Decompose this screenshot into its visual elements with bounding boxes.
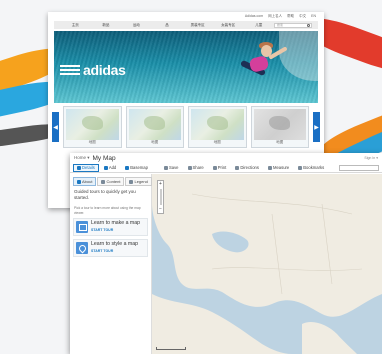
brand-name: adidas bbox=[83, 62, 126, 78]
carousel-next-button[interactable]: ▶ bbox=[313, 112, 320, 142]
tab-label: Legend bbox=[134, 179, 148, 184]
details-label: Details bbox=[82, 165, 95, 170]
tours-hint: Pick a tour to learn more about using th… bbox=[74, 206, 141, 215]
nav-item[interactable]: 儿童 bbox=[243, 23, 274, 28]
tab-content[interactable]: Content bbox=[97, 177, 125, 186]
map-thumbnail bbox=[191, 109, 244, 140]
carousel-prev-button[interactable]: ◀ bbox=[52, 112, 59, 142]
tab-label: About bbox=[82, 179, 93, 184]
bookmarks-icon bbox=[298, 165, 303, 170]
tab-label: Content bbox=[106, 179, 121, 184]
bookmarks-label: Bookmarks bbox=[303, 165, 325, 170]
climber-figure bbox=[261, 45, 272, 57]
details-icon bbox=[77, 165, 81, 170]
basemap-graphic bbox=[152, 174, 382, 354]
share-button[interactable]: Share bbox=[184, 164, 208, 172]
basemap-icon bbox=[125, 165, 130, 170]
start-tour-link[interactable]: START TOUR bbox=[91, 249, 138, 253]
map-canvas[interactable]: + − bbox=[152, 174, 382, 354]
carousel-thumb[interactable]: 地图 bbox=[63, 106, 122, 148]
measure-label: Measure bbox=[272, 165, 290, 170]
zoom-slider[interactable] bbox=[159, 189, 162, 205]
zoom-out-button[interactable]: − bbox=[159, 206, 162, 213]
list-icon bbox=[101, 179, 106, 184]
legend-icon bbox=[129, 179, 134, 184]
nav-item[interactable]: 主页 bbox=[60, 23, 91, 28]
top-link[interactable]: EN bbox=[311, 14, 316, 21]
tab-about[interactable]: About bbox=[73, 177, 97, 186]
tours-intro: Guided tours to quickly get you started. bbox=[74, 189, 136, 200]
map-search-input[interactable] bbox=[339, 164, 379, 171]
directions-button[interactable]: Directions bbox=[231, 164, 263, 172]
add-button[interactable]: Add bbox=[100, 164, 120, 172]
top-link[interactable]: 中文 bbox=[299, 14, 306, 21]
tour-card-style-map[interactable]: Learn to style a map START TOUR bbox=[73, 238, 148, 257]
directions-icon bbox=[235, 165, 240, 170]
map-icon bbox=[76, 220, 88, 233]
share-icon bbox=[187, 165, 192, 170]
print-button[interactable]: Print bbox=[209, 164, 231, 172]
carousel-thumb[interactable]: 地图 bbox=[188, 106, 247, 148]
save-label: Save bbox=[168, 165, 179, 170]
map-thumbnail bbox=[66, 109, 119, 140]
tab-legend[interactable]: Legend bbox=[125, 177, 152, 186]
nav-item[interactable]: 女装专区 bbox=[213, 23, 244, 28]
tour-title: Learn to style a map bbox=[91, 240, 139, 247]
thumb-caption: 地图 bbox=[151, 140, 159, 144]
basemap-button[interactable]: Basemap bbox=[121, 164, 152, 172]
map-thumbnail bbox=[128, 109, 181, 140]
map-thumbnail bbox=[253, 109, 306, 140]
hero-banner[interactable]: adidas bbox=[54, 31, 318, 103]
print-label: Print bbox=[217, 165, 227, 170]
tour-title: Learn to make a map bbox=[91, 219, 141, 226]
top-link[interactable]: 帮助 bbox=[287, 14, 294, 21]
add-icon bbox=[103, 165, 108, 170]
save-icon bbox=[163, 165, 168, 170]
main-nav: 主页 新品 运动 品 男装专区 女装专区 儿童 搜索 bbox=[54, 21, 318, 29]
breadcrumb[interactable]: Home ▾ bbox=[74, 155, 90, 161]
bookmarks-button[interactable]: Bookmarks bbox=[294, 164, 328, 172]
thumb-caption: 地图 bbox=[213, 140, 221, 144]
print-icon bbox=[212, 165, 217, 170]
top-link[interactable]: Adidas.com bbox=[245, 14, 263, 21]
side-panel: About Content Legend Guided tours to qui… bbox=[70, 174, 152, 354]
zoom-in-button[interactable]: + bbox=[159, 181, 162, 188]
info-icon bbox=[77, 179, 81, 184]
nav-item[interactable]: 男装专区 bbox=[182, 23, 213, 28]
map-toolbar: Details Add Basemap Save Share Print Dir… bbox=[70, 163, 382, 173]
map-viewer-screenshot: Home ▾ My Map Sign In ▾ Details Add Base… bbox=[70, 153, 382, 354]
thumb-caption: 地图 bbox=[276, 140, 284, 144]
scale-bar bbox=[156, 347, 186, 350]
tour-card-make-map[interactable]: Learn to make a map START TOUR bbox=[73, 217, 148, 236]
pin-icon bbox=[76, 241, 88, 254]
page-title: My Map bbox=[92, 154, 116, 162]
search-placeholder: 搜索 bbox=[277, 23, 284, 27]
search-icon[interactable] bbox=[307, 23, 311, 27]
nav-item[interactable]: 品 bbox=[152, 23, 183, 28]
basemap-label: Basemap bbox=[130, 165, 148, 170]
logo-stripes bbox=[60, 65, 80, 75]
map-header: Home ▾ My Map Sign In ▾ bbox=[70, 153, 382, 163]
thumbnail-carousel: ◀ 地图 地图 地图 地图 ▶ bbox=[52, 105, 320, 149]
add-label: Add bbox=[108, 165, 117, 170]
start-tour-link[interactable]: START TOUR bbox=[91, 228, 140, 232]
top-link[interactable]: 网上名人 bbox=[268, 14, 282, 21]
side-tabs: About Content Legend bbox=[73, 177, 152, 186]
carousel-thumb[interactable]: 地图 bbox=[125, 106, 184, 148]
measure-button[interactable]: Measure bbox=[264, 164, 293, 172]
thumb-caption: 地图 bbox=[88, 140, 96, 144]
share-label: Share bbox=[192, 165, 204, 170]
sign-in-link[interactable]: Sign In ▾ bbox=[364, 156, 378, 160]
site-search-input[interactable]: 搜索 bbox=[274, 22, 313, 28]
zoom-control: + − bbox=[157, 180, 164, 214]
directions-label: Directions bbox=[240, 165, 259, 170]
adidas-logo: adidas bbox=[60, 62, 126, 78]
top-links: Adidas.com 网上名人 帮助 中文 EN bbox=[48, 12, 324, 21]
carousel-thumb[interactable]: 地图 bbox=[250, 106, 309, 148]
nav-item[interactable]: 运动 bbox=[121, 23, 152, 28]
measure-icon bbox=[267, 165, 272, 170]
nav-item[interactable]: 新品 bbox=[91, 23, 122, 28]
details-button[interactable]: Details bbox=[73, 163, 99, 172]
save-button[interactable]: Save bbox=[160, 164, 183, 172]
